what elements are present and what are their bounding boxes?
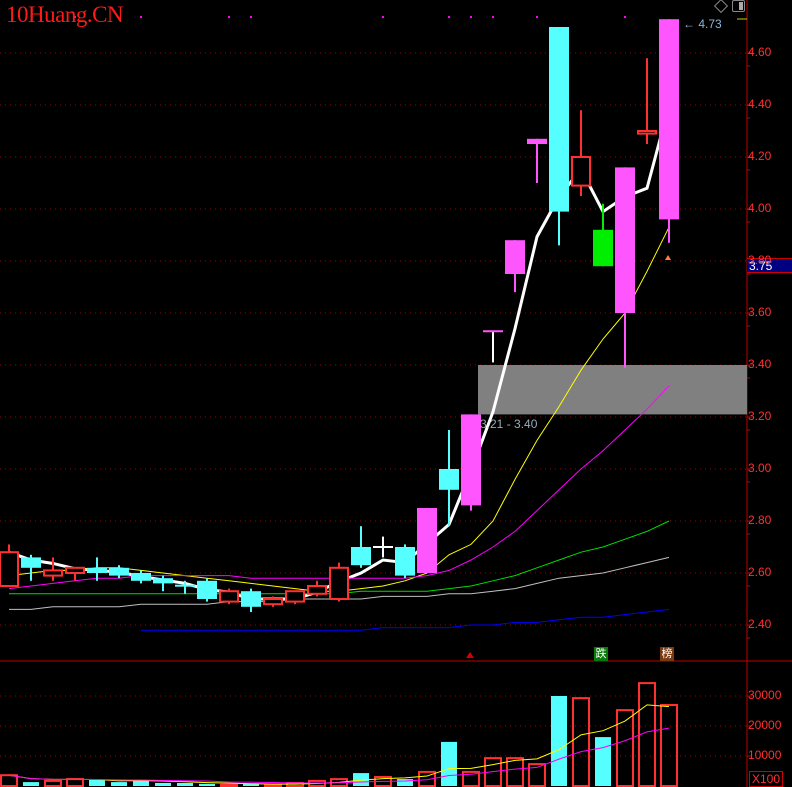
candle-body [593,229,613,267]
candle-body [219,590,239,603]
rank-tag[interactable]: 榜 [660,647,674,661]
volume-bar [264,783,282,787]
candle-body [615,167,635,313]
candle-body [329,566,349,600]
volume-bar [506,757,524,787]
volume-bar [595,737,611,786]
volume-tick-label: 30000 [748,688,782,702]
candle-body [131,573,151,581]
candle-body [87,567,107,573]
candle-body [417,508,437,573]
up-arrow-icon [466,652,474,658]
candle-body [109,567,129,576]
candle-body [659,19,679,220]
price-tick-label: 3.60 [748,305,772,319]
ma-line-blue [141,608,670,631]
volume-ma-VMA10 [8,727,670,784]
candle-body [21,557,41,568]
logo-watermark: 10Huang.CN [6,2,124,27]
warning-triangle-icon [665,255,671,260]
candle-body [307,585,327,595]
candle-body [263,598,283,606]
candlestick-chart[interactable] [0,0,792,787]
candle-body [351,547,371,566]
signal-dot [470,16,472,18]
candle-body [571,156,591,187]
price-tick-label: 2.60 [748,565,772,579]
volume-bar [551,696,567,786]
high-price-label: ← 4.73 [683,17,722,31]
volume-bar [572,697,590,787]
candle-body [0,551,19,588]
price-tick-label: 3.80 [748,253,772,267]
volume-bar [66,778,84,787]
volume-unit-label: X100 [749,771,784,787]
high-price-value: 4.73 [698,17,722,31]
volume-bar [177,783,193,786]
candle-body [175,584,195,587]
fall-tag[interactable]: 跌 [594,647,608,661]
volume-ma-VMA5 [8,704,670,785]
candle-body [43,569,63,577]
price-tick-label: 3.00 [748,461,772,475]
price-tick-label: 3.20 [748,409,772,423]
volume-bar [0,774,18,787]
panel-toggle-icon[interactable] [732,0,745,12]
volume-bar [111,782,127,786]
price-tick-label: 4.20 [748,149,772,163]
candle-body [241,591,261,607]
candle-body [285,590,305,603]
candle-body [65,566,85,574]
price-tick-label: 4.00 [748,201,772,215]
candle-body [527,138,547,144]
volume-bar [155,783,171,786]
volume-bar [199,783,215,786]
candle-body [197,580,217,599]
signal-dot [536,16,538,18]
signal-dot [492,16,494,18]
volume-bar [44,779,62,787]
candle-body [461,414,481,506]
signal-dot [448,16,450,18]
volume-tick-label: 10000 [748,748,782,762]
volume-bar [220,783,238,787]
price-tick-label: 2.40 [748,617,772,631]
volume-tick-label: 20000 [748,718,782,732]
support-zone [478,365,747,415]
candle-body [549,27,569,212]
candle-body [439,469,459,490]
volume-bar [441,741,457,786]
ma-line-MA3 [8,105,671,601]
volume-bar [397,779,413,786]
volume-bar [23,782,39,786]
candle-body [153,578,173,584]
volume-bar [89,780,105,786]
volume-bar [133,780,149,786]
price-tick-label: 3.40 [748,357,772,371]
signal-dot [382,16,384,18]
signal-dot [228,16,230,18]
signal-dot [250,16,252,18]
price-tick-label: 4.40 [748,97,772,111]
candle-body [505,240,525,274]
price-tick-label: 2.80 [748,513,772,527]
zone-range-label: 3.21 - 3.40 [480,417,538,431]
candle-body [395,547,415,576]
ma-line-magenta [8,385,670,590]
volume-bar [660,704,678,787]
candle-body [637,130,657,135]
signal-dot [140,16,142,18]
price-tick-label: 4.60 [748,45,772,59]
signal-dot [624,16,626,18]
